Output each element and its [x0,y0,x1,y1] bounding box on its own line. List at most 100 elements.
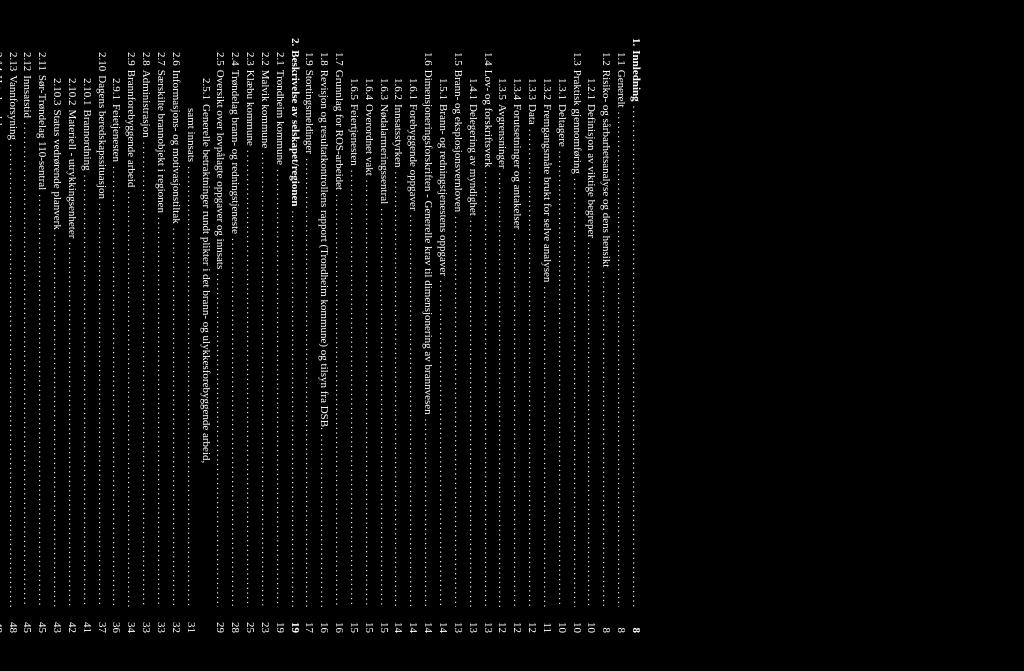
toc-row: 2.9.1Feietjenesten36 [109,38,124,633]
toc-leader-dots [257,152,272,607]
toc-entry-label: Brann- og eksplosjonsvernloven [450,70,465,212]
toc-entry-page: 14 [420,611,435,633]
toc-entry-number: 2.10.3 [49,38,64,110]
toc-entry-label: Feiertjenesten [346,104,361,166]
toc-entry-number: 2.14 [0,38,5,75]
toc-leader-dots [598,271,613,607]
toc-row: 2.10.1Brannordning41 [79,38,94,633]
toc-entry-page: 15 [346,611,361,633]
toc-leader-dots [524,129,539,607]
toc-entry-page: 11 [539,611,554,633]
toc-list: 1.Innledning81.1Generelt81.2Risiko- og s… [0,38,643,633]
toc-entry-number: 2.8 [138,38,153,70]
toc-row: 1.6.5Feiertjenesten15 [346,38,361,633]
toc-leader-dots [153,217,168,607]
toc-entry-page: 15 [361,611,376,633]
toc-entry-label: Oversikt over lovpålagte oppgaver og inn… [213,70,228,269]
toc-entry-page: 48 [5,611,20,633]
toc-row: 1.3.1Deltagere10 [554,38,569,633]
toc-row: 2.12Innsatstid45 [20,38,35,633]
toc-entry-label: Særskilte brannobjekt i regionen [153,70,168,213]
toc-entry-page: 13 [480,611,495,633]
toc-entry-page: 12 [495,611,510,633]
toc-row: 2.7Særskilte brannobjekt i regionen33 [153,38,168,633]
toc-entry-number: 1.3.2 [539,38,554,104]
toc-entry-page: 25 [242,611,257,633]
toc-entry-number: 1.5.1 [435,38,450,104]
toc-entry-number: 1.4 [480,38,495,70]
toc-entry-page: 34 [123,611,138,633]
toc-entry-number: 1.9 [302,38,317,70]
toc-entry-page: 15 [376,611,391,633]
toc-leader-dots [316,434,331,607]
toc-entry-page: 16 [316,611,331,633]
toc-entry-page: 13 [450,611,465,633]
toc-entry-page: 13 [465,611,480,633]
toc-leader-dots [64,242,79,607]
toc-leader-dots [376,208,391,607]
toc-entry-label: Stortingsmeldinger [302,70,317,154]
toc-entry-number: 1.6.2 [391,38,406,104]
toc-entry-page: 45 [20,611,35,633]
toc-entry-label: samt innsats [183,108,198,162]
page-root: 1.Innledning81.1Generelt81.2Risiko- og s… [0,0,1024,671]
toc-entry-number: 1.8 [316,38,331,70]
toc-entry-label: Informasjons- og motivasjonstiltak [168,70,183,224]
toc-entry-page: 33 [153,611,168,633]
toc-row: 1.6.2Innsatsstyrken14 [391,38,406,633]
toc-entry-label: Revisjon og resultatkontrollens rapport … [316,70,331,430]
toc-entry-number: 2.9 [123,38,138,70]
toc-row: 1.7Grunnlag for ROS-arbeidet16 [331,38,346,633]
toc-entry-page: 36 [109,611,124,633]
toc-leader-dots [495,173,510,607]
toc-entry-label: Grunnlag for ROS-arbeidet [331,70,346,190]
toc-entry-label: Overordnet vakt [361,104,376,176]
toc-entry-label: Deltagere [554,104,569,147]
toc-leader-dots [109,166,124,607]
toc-row: 1.6.4Overordnet vakt 15 [361,38,376,633]
toc-row: 2.1Trondheim kommune19 [272,38,287,633]
toc-entry-number: 1.6 [420,38,435,70]
toc-entry-number: 2. [287,38,302,50]
toc-leader-dots [302,158,317,607]
toc-entry-page: 14 [406,611,421,633]
toc-row: 2.14Høyderedskap48 [0,38,5,633]
toc-entry-label: Generelt [613,70,628,108]
toc-leader-dots [227,238,242,607]
toc-leader-dots [554,151,569,607]
toc-row: 1.9Stortingsmeldinger 17 [302,38,317,633]
toc-leader-dots [242,150,257,607]
toc-row: 2.3Klæbu kommune25 [242,38,257,633]
toc-row: 1.3.5Avgrensninger12 [495,38,510,633]
toc-leader-dots [509,233,524,607]
toc-entry-number: 1.6.3 [376,38,391,104]
toc-row: 2.5.1Generelle betraktninger rundt plikt… [198,38,213,633]
toc-entry-label: Malvik kommune [257,70,272,149]
toc-row: samt innsats31 [183,38,198,633]
toc-row: 1.8Revisjon og resultatkontrollens rappo… [316,38,331,633]
toc-entry-label: Nødalarmeringssentral [376,104,391,204]
toc-entry-page: 43 [49,611,64,633]
toc-leader-dots [584,242,599,607]
toc-entry-number: 2.2 [257,38,272,70]
toc-entry-label: Lov- og forskriftsverk [480,70,495,168]
toc-entry-page: 19 [272,611,287,633]
toc-leader-dots [391,172,406,607]
toc-entry-number: 1.3.4 [509,38,524,104]
toc-entry-label: Delegering av myndighet [465,104,480,216]
toc-row: 2.10.2Materiell - utrykkingsenheter42 [64,38,79,633]
toc-leader-dots [5,144,20,607]
toc-row: 1.6Dimensjoneringsforskriften - Generell… [420,38,435,633]
toc-entry-number: 1. [628,38,643,50]
toc-row: 1.6.3Nødalarmeringssentral 15 [376,38,391,633]
toc-entry-label: Dimensjoneringsforskriften - Generelle k… [420,70,435,415]
toc-entry-label: Generelle betraktninger rundt plikter i … [198,104,213,463]
toc-entry-label: Status vedrørende planverk [49,110,64,230]
toc-entry-label: Forebyggende oppgaver [406,104,421,211]
toc-entry-number: 1.2.1 [584,38,599,104]
toc-entry-label: Trondheim kommune [272,70,287,165]
toc-leader-dots [539,286,554,607]
toc-entry-number: 1.6.4 [361,38,376,104]
toc-row: 2.10Dagens beredskapssituasjon37 [94,38,109,633]
toc-entry-page: 17 [302,611,317,633]
